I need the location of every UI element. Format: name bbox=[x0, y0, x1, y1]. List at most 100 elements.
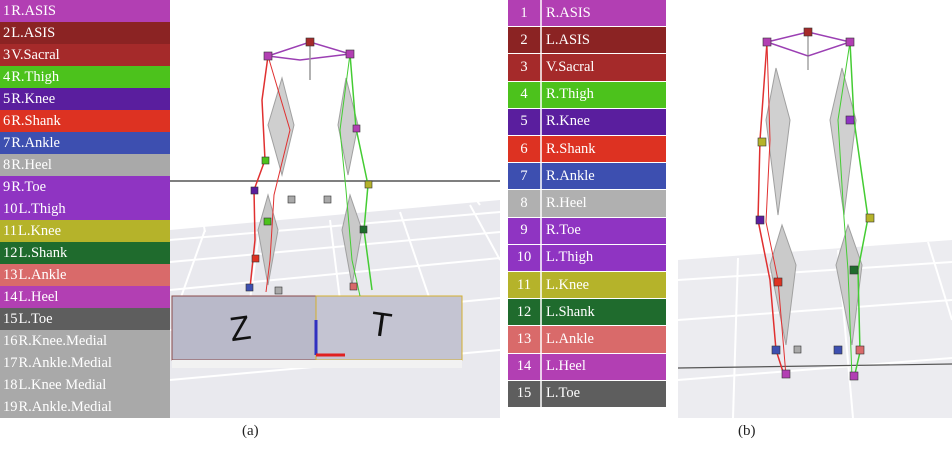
marker-label: L.ASIS bbox=[11, 24, 56, 41]
marker-number: 14 bbox=[516, 358, 532, 375]
marker-label: L.Ankle bbox=[18, 266, 67, 283]
marker-row: 8 R.Heel bbox=[0, 154, 170, 176]
caption-b: (b) bbox=[738, 423, 756, 439]
marker-row: 12 L.Shank bbox=[0, 242, 170, 264]
marker-number: 16 bbox=[3, 332, 18, 349]
marker-row: 12 L.Shank bbox=[508, 299, 666, 327]
marker-number: 7 bbox=[3, 134, 11, 151]
marker-number: 12 bbox=[3, 244, 18, 261]
marker-number: 12 bbox=[516, 303, 532, 320]
marker-row: 9 R.Toe bbox=[508, 217, 666, 245]
marker-label: L.Ankle bbox=[546, 330, 594, 347]
marker-label: L.Shank bbox=[546, 303, 595, 320]
marker-number: 1 bbox=[3, 2, 11, 19]
marker-number: 2 bbox=[3, 24, 11, 41]
marker-number: 3 bbox=[3, 46, 11, 63]
marker-row: 2 L.ASIS bbox=[0, 22, 170, 44]
marker-row: 11 L.Knee bbox=[0, 220, 170, 242]
marker-row: 13 L.Ankle bbox=[508, 326, 666, 354]
marker-number: 7 bbox=[520, 167, 528, 184]
marker-number: 3 bbox=[520, 58, 528, 75]
marker-label: R.Shank bbox=[546, 140, 596, 157]
marker-label: L.Knee bbox=[546, 276, 590, 293]
marker-row: 4 R.Thigh bbox=[0, 66, 170, 88]
marker-label: R.Toe bbox=[11, 178, 47, 195]
marker-number: 5 bbox=[520, 113, 528, 130]
marker-number: 8 bbox=[520, 194, 528, 211]
marker-number: 15 bbox=[516, 385, 532, 402]
marker-label: R.Knee bbox=[11, 90, 56, 107]
marker-label: L.Heel bbox=[546, 358, 586, 375]
marker-number: 2 bbox=[520, 31, 528, 48]
marker-label: L.Shank bbox=[18, 244, 68, 261]
marker-label: R.ASIS bbox=[11, 2, 56, 19]
marker-label: R.Ankle bbox=[11, 134, 60, 151]
marker-row: 3 V.Sacral bbox=[508, 54, 666, 82]
marker-row: 1 R.ASIS bbox=[0, 0, 170, 22]
marker-row: 15 L.Toe bbox=[0, 308, 170, 330]
marker-label: L.Thigh bbox=[18, 200, 66, 217]
marker-number: 13 bbox=[3, 266, 18, 283]
marker-row: 7 R.Ankle bbox=[0, 132, 170, 154]
marker-number: 18 bbox=[3, 376, 18, 393]
marker-label: R.Thigh bbox=[546, 86, 594, 103]
marker-row: 18 L.Knee Medial bbox=[0, 374, 170, 396]
marker-label: L.Heel bbox=[18, 288, 59, 305]
marker-row: 6 R.Shank bbox=[508, 136, 666, 164]
marker-label: R.Knee bbox=[546, 113, 590, 130]
marker-number: 5 bbox=[3, 90, 11, 107]
marker-label: R.Ankle.Medial bbox=[18, 354, 112, 371]
marker-label: L.Toe bbox=[18, 310, 53, 327]
caption-a: (a) bbox=[242, 423, 259, 439]
marker-label: L.ASIS bbox=[546, 31, 590, 48]
marker-number: 9 bbox=[520, 222, 528, 239]
marker-number: 17 bbox=[3, 354, 18, 371]
marker-label: V.Sacral bbox=[546, 58, 595, 75]
marker-row: 5 R.Knee bbox=[508, 108, 666, 136]
marker-row: 6 R.Shank bbox=[0, 110, 170, 132]
marker-row: 13 L.Ankle bbox=[0, 264, 170, 286]
marker-row: 14 L.Heel bbox=[0, 286, 170, 308]
marker-number: 10 bbox=[516, 249, 532, 266]
marker-label: R.Knee.Medial bbox=[18, 332, 108, 349]
marker-row: 17 R.Ankle.Medial bbox=[0, 352, 170, 374]
marker-number: 11 bbox=[517, 276, 531, 293]
marker-number: 8 bbox=[3, 156, 11, 173]
marker-label: R.Toe bbox=[546, 222, 581, 239]
marker-row: 2 L.ASIS bbox=[508, 27, 666, 55]
marker-number: 11 bbox=[3, 222, 17, 239]
marker-number: 4 bbox=[520, 86, 528, 103]
marker-row: 7 R.Ankle bbox=[508, 163, 666, 191]
marker-row: 3 V.Sacral bbox=[0, 44, 170, 66]
marker-row: 19 R.Ankle.Medial bbox=[0, 396, 170, 418]
force-plates: Z T bbox=[171, 295, 463, 368]
marker-row: 10 L.Thigh bbox=[508, 244, 666, 272]
marker-row: 1 R.ASIS bbox=[508, 0, 666, 28]
panel-a: Z T 1 R.ASIS 2 L.ASIS 3 V.Sacral 4 R.Thi… bbox=[0, 0, 500, 418]
marker-row: 8 R.Heel bbox=[508, 190, 666, 218]
marker-label: L.Toe bbox=[546, 385, 581, 402]
marker-row: 4 R.Thigh bbox=[508, 81, 666, 109]
marker-number: 13 bbox=[516, 330, 532, 347]
marker-row: 14 L.Heel bbox=[508, 353, 666, 381]
marker-number: 6 bbox=[3, 112, 11, 129]
floor-grid-b bbox=[677, 240, 952, 418]
marker-number: 4 bbox=[3, 68, 11, 85]
marker-label: R.Ankle bbox=[546, 167, 595, 184]
panel-b: 1 R.ASIS 2 L.ASIS 3 V.Sacral 4 R.Thigh 5 R.Knee 6 R… bbox=[508, 0, 952, 418]
marker-number: 19 bbox=[3, 398, 18, 415]
marker-label: R.Ankle.Medial bbox=[18, 398, 112, 415]
marker-row: 10 L.Thigh bbox=[0, 198, 170, 220]
marker-label: L.Knee bbox=[17, 222, 62, 239]
marker-label: R.Shank bbox=[11, 112, 61, 129]
marker-label: R.Heel bbox=[546, 194, 587, 211]
marker-number: 6 bbox=[520, 140, 528, 157]
marker-label: L.Thigh bbox=[546, 249, 594, 266]
marker-label: R.Thigh bbox=[11, 68, 60, 85]
marker-row: 5 R.Knee bbox=[0, 88, 170, 110]
marker-label: L.Knee Medial bbox=[18, 376, 107, 393]
marker-row: 9 R.Toe bbox=[0, 176, 170, 198]
marker-number: 1 bbox=[520, 4, 528, 21]
marker-row: 11 L.Knee bbox=[508, 272, 666, 300]
marker-row: 16 R.Knee.Medial bbox=[0, 330, 170, 352]
